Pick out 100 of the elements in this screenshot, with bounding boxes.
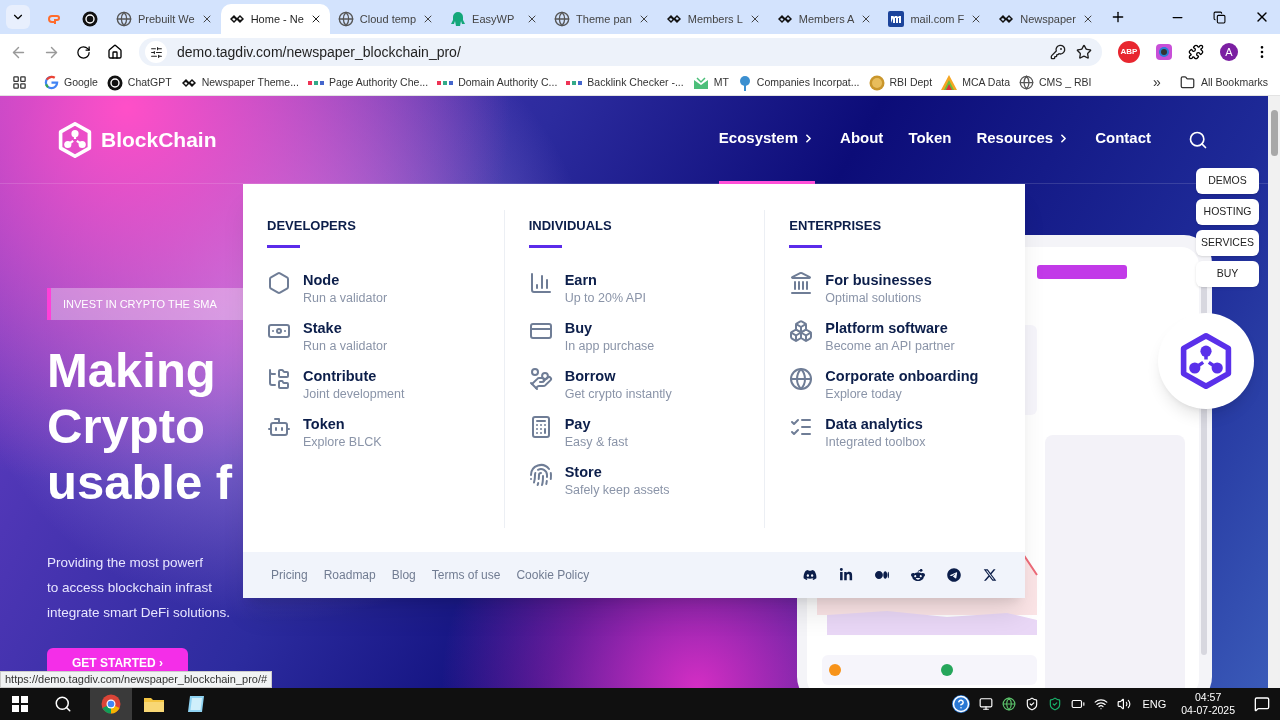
menu-item[interactable]: For businesses Optimal solutions — [789, 270, 932, 307]
shield-icon[interactable] — [1048, 697, 1063, 711]
hero-text: to access blockchain infrast — [47, 579, 213, 597]
bookmark-item[interactable]: Newspaper Theme... — [180, 74, 299, 91]
menu-item[interactable]: Token Explore BLCK — [267, 414, 382, 451]
scrollbar[interactable] — [1268, 96, 1280, 688]
browser-tab[interactable]: Newspaper — [990, 4, 1102, 34]
hero-text: Providing the most powerf — [47, 554, 204, 572]
side-button[interactable]: SERVICES — [1196, 230, 1259, 256]
help-icon[interactable] — [952, 695, 971, 713]
browser-tab[interactable]: Members L — [657, 4, 769, 34]
bank-icon — [789, 270, 814, 295]
discord-icon[interactable] — [803, 568, 817, 582]
browser-tab[interactable]: Cloud temp — [329, 4, 443, 34]
extension-icon[interactable] — [1156, 44, 1172, 60]
bookmark-item[interactable]: Domain Authority C... — [437, 74, 558, 91]
bookmarks-overflow-button[interactable]: » — [1153, 72, 1161, 93]
address-bar[interactable]: demo.tagdiv.com/newspaper_blockchain_pro/ — [139, 38, 1102, 66]
bookmark-item[interactable]: Companies Incorpat... — [737, 74, 860, 91]
bookmark-item[interactable]: MCA Data — [941, 74, 1010, 91]
volume-icon[interactable] — [1117, 697, 1132, 711]
globe-icon[interactable] — [1002, 697, 1017, 711]
side-button[interactable]: BUY — [1196, 261, 1259, 287]
folder-icon[interactable] — [144, 696, 164, 712]
restore-icon[interactable] — [1213, 10, 1226, 24]
logo-icon — [941, 75, 958, 90]
browser-tab[interactable]: Members A — [768, 4, 881, 34]
x-icon[interactable] — [983, 568, 997, 582]
wifi-icon[interactable] — [1094, 697, 1109, 711]
hand-coins-icon — [528, 366, 553, 391]
nav-link[interactable]: About — [840, 96, 884, 184]
bookmark-item[interactable]: ChatGPT — [106, 74, 172, 91]
site-info-button[interactable] — [145, 41, 167, 63]
tablet-app-icon[interactable] — [186, 695, 206, 713]
logo-icon — [437, 78, 454, 87]
url-text: demo.tagdiv.com/newspaper_blockchain_pro/ — [177, 42, 462, 62]
bookmark-star-icon[interactable] — [1076, 44, 1092, 60]
notification-icon[interactable] — [1254, 696, 1270, 712]
bookmark-item[interactable]: Google — [44, 74, 98, 91]
reddit-icon[interactable] — [911, 568, 925, 582]
menu-item[interactable]: Pay Easy & fast — [528, 414, 628, 451]
shield-icon[interactable] — [1025, 697, 1040, 711]
globe-icon — [554, 11, 571, 27]
search-icon[interactable] — [1188, 129, 1208, 150]
display-icon[interactable] — [979, 697, 994, 711]
browser-tab[interactable]: EasyWP — [442, 4, 547, 34]
key-icon[interactable] — [1050, 44, 1066, 60]
tab-title: Prebuilt We — [138, 11, 195, 27]
tab-title: Members A — [798, 11, 855, 27]
telegram-icon[interactable] — [947, 568, 961, 582]
hero-heading: Making — [47, 342, 216, 398]
apps-icon[interactable] — [12, 75, 27, 90]
search-icon[interactable] — [54, 695, 72, 713]
battery-icon[interactable] — [1071, 697, 1086, 711]
menu-item[interactable]: Earn Up to 20% API — [528, 270, 646, 307]
bookmark-item[interactable]: MT — [692, 74, 729, 91]
all-bookmarks-button[interactable]: All Bookmarks — [1179, 74, 1268, 91]
menu-item[interactable]: Borrow Get crypto instantly — [528, 366, 672, 403]
bookmark-item[interactable]: Backlink Checker -... — [566, 74, 684, 91]
logo-icon — [566, 78, 583, 87]
footer-link[interactable]: Roadmap — [323, 566, 376, 584]
bookmark-item[interactable]: Page Authority Che... — [307, 74, 429, 91]
menu-item[interactable]: Store Safely keep assets — [528, 462, 670, 499]
menu-item[interactable]: Corporate onboarding Explore today — [789, 366, 979, 403]
extensions-icon[interactable] — [1188, 44, 1204, 60]
footer-link[interactable]: Pricing — [271, 566, 308, 584]
footer-link[interactable]: Blog — [391, 566, 416, 584]
bookmark-item[interactable]: CMS _ RBI — [1019, 74, 1092, 91]
nav-link[interactable]: Contact — [1095, 96, 1151, 184]
reload-icon[interactable] — [76, 44, 91, 60]
clock[interactable]: 04:57 04-07-2025 — [1181, 691, 1235, 717]
extension-badge[interactable]: ABP — [1118, 41, 1140, 63]
taskbar-app[interactable] — [90, 688, 132, 720]
linkedin-icon[interactable] — [839, 568, 853, 582]
side-button[interactable]: DEMOS — [1196, 168, 1259, 194]
bookmark-item[interactable]: RBI Dept — [868, 74, 933, 91]
tab-search-button[interactable] — [6, 5, 30, 29]
nav-link[interactable]: Resources — [976, 96, 1071, 184]
browser-tab[interactable]: Theme pan — [546, 4, 658, 34]
column-heading: INDIVIDUALS — [528, 217, 612, 235]
profile-avatar[interactable]: A — [1220, 43, 1238, 61]
nav-link[interactable]: Token — [908, 96, 952, 184]
medium-icon[interactable] — [875, 568, 889, 582]
home-icon[interactable] — [107, 44, 123, 60]
browser-tab[interactable]: Home - Ne — [220, 4, 330, 34]
browser-tab[interactable]: mail.com F — [880, 4, 991, 34]
menu-item[interactable]: Stake Run a validator — [267, 318, 388, 355]
logo-icon — [868, 74, 885, 91]
menu-item[interactable]: Platform software Become an API partner — [789, 318, 955, 355]
logo-icon — [44, 75, 59, 90]
footer-link[interactable]: Terms of use — [431, 566, 501, 584]
globe-icon — [1019, 75, 1034, 90]
windows-icon[interactable] — [12, 696, 28, 712]
language-indicator[interactable]: ENG — [1142, 695, 1167, 713]
menu-item[interactable]: Buy In app purchase — [528, 318, 655, 355]
browser-tab[interactable]: Prebuilt We — [108, 4, 221, 34]
footer-link[interactable]: Cookie Policy — [516, 566, 590, 584]
menu-item[interactable]: Data analytics Integrated toolbox — [789, 414, 926, 451]
side-button[interactable]: HOSTING — [1196, 199, 1259, 225]
menu-item[interactable]: Contribute Joint development — [267, 366, 405, 403]
